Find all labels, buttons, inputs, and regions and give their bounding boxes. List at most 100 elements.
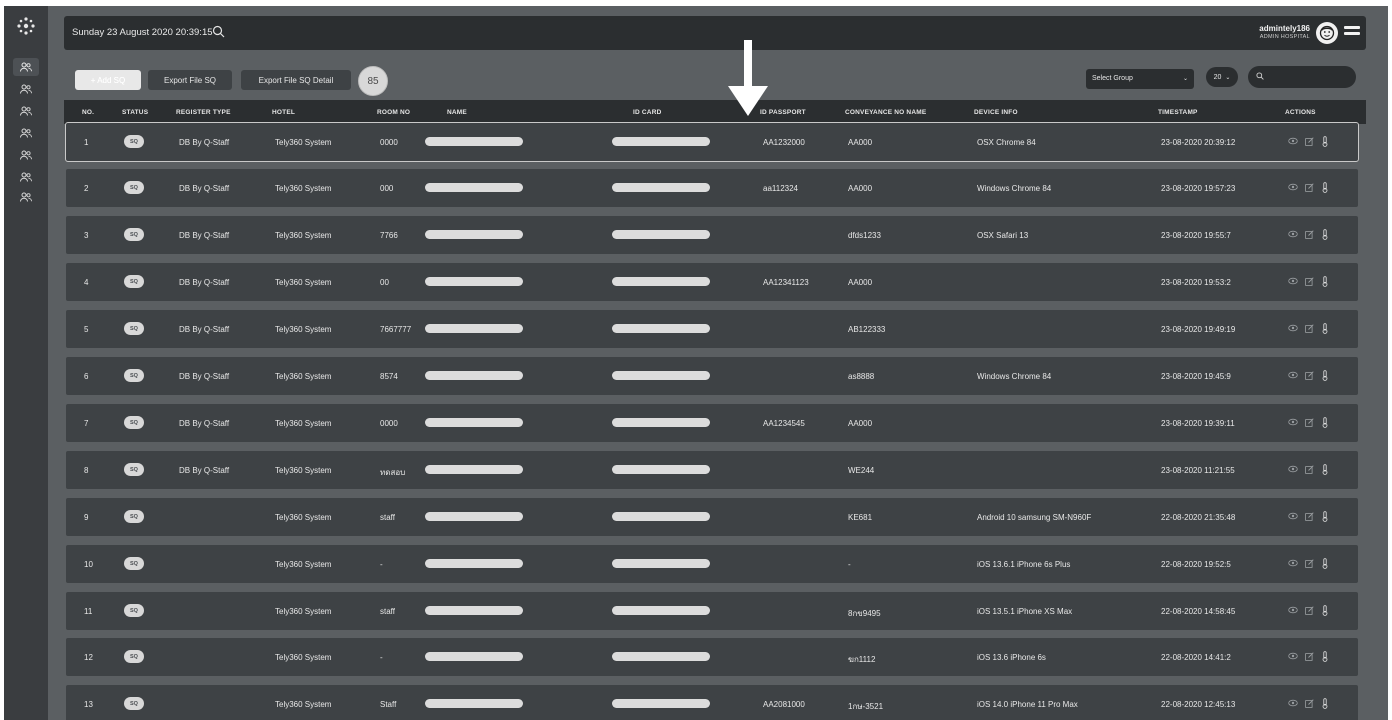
timestamp: 23-08-2020 19:49:19 bbox=[1161, 325, 1236, 334]
user-role: ADMIN HOSPITAL bbox=[1259, 34, 1310, 40]
row-number: 6 bbox=[84, 372, 89, 381]
table-row[interactable]: 1 DB By Q-Staff Tely360 System 0000 AA123200… bbox=[65, 122, 1359, 162]
temperature-icon[interactable] bbox=[1320, 557, 1330, 569]
col-status[interactable]: STATUS bbox=[122, 109, 148, 116]
view-icon[interactable] bbox=[1288, 322, 1298, 334]
timestamp: 23-08-2020 19:53:2 bbox=[1161, 278, 1231, 287]
view-icon[interactable] bbox=[1288, 557, 1298, 569]
col-hotel[interactable]: HOTEL bbox=[272, 109, 295, 116]
sidebar-item-users-4[interactable] bbox=[13, 124, 39, 142]
id-passport: AA2081000 bbox=[763, 700, 805, 709]
status-badge: SQ bbox=[124, 135, 144, 148]
view-icon[interactable] bbox=[1288, 463, 1298, 475]
table-row[interactable]: 5 DB By Q-Staff Tely360 System 7667777 AB122… bbox=[66, 310, 1358, 348]
view-icon[interactable] bbox=[1288, 697, 1298, 709]
col-actions[interactable]: ACTIONS bbox=[1285, 109, 1316, 116]
sidebar-item-users-2[interactable] bbox=[13, 80, 39, 98]
table-row[interactable]: 2 DB By Q-Staff Tely360 System 000 aa112324 A… bbox=[66, 169, 1358, 207]
col-conveyance[interactable]: CONVEYANCE NO NAME bbox=[845, 109, 926, 116]
hamburger-menu-icon[interactable] bbox=[1344, 26, 1360, 40]
export-detail-button[interactable]: Export File SQ Detail bbox=[241, 70, 351, 90]
top-bar: Sunday 23 August 2020 20:39:15 admintely… bbox=[64, 16, 1366, 50]
avatar[interactable] bbox=[1316, 22, 1338, 44]
edit-icon[interactable] bbox=[1304, 369, 1314, 381]
sidebar-item-users-1[interactable] bbox=[13, 58, 39, 76]
table-row[interactable]: 7 DB By Q-Staff Tely360 System 0000 AA123454… bbox=[66, 404, 1358, 442]
view-icon[interactable] bbox=[1288, 604, 1298, 616]
temperature-icon[interactable] bbox=[1320, 181, 1330, 193]
col-room-no[interactable]: ROOM NO bbox=[377, 109, 410, 116]
temperature-icon[interactable] bbox=[1320, 463, 1330, 475]
temperature-icon[interactable] bbox=[1320, 275, 1330, 287]
add-sq-button[interactable]: + Add SQ bbox=[75, 70, 141, 90]
sidebar-item-users-5[interactable] bbox=[13, 146, 39, 164]
edit-icon[interactable] bbox=[1304, 322, 1314, 334]
sidebar-item-users-3[interactable] bbox=[13, 102, 39, 120]
edit-icon[interactable] bbox=[1304, 135, 1314, 147]
col-no[interactable]: NO. bbox=[82, 109, 94, 116]
temperature-icon[interactable] bbox=[1320, 322, 1330, 334]
col-device-info[interactable]: DEVICE INFO bbox=[974, 109, 1018, 116]
edit-icon[interactable] bbox=[1304, 463, 1314, 475]
col-timestamp[interactable]: TIMESTAMP bbox=[1158, 109, 1198, 116]
group-select-label: Select Group bbox=[1092, 75, 1133, 82]
temperature-icon[interactable] bbox=[1320, 135, 1330, 147]
table-row[interactable]: 9 Tely360 System staff KE681 Android 10 sams… bbox=[66, 498, 1358, 536]
temperature-icon[interactable] bbox=[1320, 228, 1330, 240]
temperature-icon[interactable] bbox=[1320, 604, 1330, 616]
search-input[interactable] bbox=[1266, 69, 1354, 87]
avatar-face-icon bbox=[1319, 25, 1335, 41]
col-name[interactable]: NAME bbox=[447, 109, 467, 116]
row-actions bbox=[1288, 557, 1330, 569]
col-id-card[interactable]: ID CARD bbox=[633, 109, 661, 116]
export-file-button[interactable]: Export File SQ bbox=[148, 70, 232, 90]
temperature-icon[interactable] bbox=[1320, 416, 1330, 428]
temperature-icon[interactable] bbox=[1320, 697, 1330, 709]
hotel-name: Tely360 System bbox=[275, 419, 332, 428]
table-row[interactable]: 6 DB By Q-Staff Tely360 System 8574 as8888 Wi… bbox=[66, 357, 1358, 395]
edit-icon[interactable] bbox=[1304, 557, 1314, 569]
temperature-icon[interactable] bbox=[1320, 650, 1330, 662]
row-number: 1 bbox=[84, 138, 89, 147]
view-icon[interactable] bbox=[1288, 416, 1298, 428]
edit-icon[interactable] bbox=[1304, 697, 1314, 709]
temperature-icon[interactable] bbox=[1320, 510, 1330, 522]
table-row[interactable]: 11 Tely360 System staff 8กข9495 iOS 13.5.1 i… bbox=[66, 592, 1358, 630]
register-type: DB By Q-Staff bbox=[179, 184, 230, 193]
search-box[interactable] bbox=[1248, 66, 1356, 88]
timestamp: 23-08-2020 19:55:7 bbox=[1161, 231, 1231, 240]
edit-icon[interactable] bbox=[1304, 181, 1314, 193]
view-icon[interactable] bbox=[1288, 369, 1298, 381]
sidebar-item-users-6[interactable] bbox=[13, 168, 39, 186]
view-icon[interactable] bbox=[1288, 228, 1298, 240]
view-icon[interactable] bbox=[1288, 135, 1298, 147]
status-badge: SQ bbox=[124, 181, 144, 194]
sidebar-item-users-7[interactable] bbox=[13, 188, 39, 206]
edit-icon[interactable] bbox=[1304, 510, 1314, 522]
table-row[interactable]: 4 DB By Q-Staff Tely360 System 00 AA12341123… bbox=[66, 263, 1358, 301]
view-icon[interactable] bbox=[1288, 510, 1298, 522]
edit-icon[interactable] bbox=[1304, 604, 1314, 616]
row-number: 4 bbox=[84, 278, 89, 287]
edit-icon[interactable] bbox=[1304, 650, 1314, 662]
temperature-icon[interactable] bbox=[1320, 369, 1330, 381]
row-number: 5 bbox=[84, 325, 89, 334]
row-actions bbox=[1288, 604, 1330, 616]
table-row[interactable]: 8 DB By Q-Staff Tely360 System ทดสอบ WE244 23… bbox=[66, 451, 1358, 489]
col-register-type[interactable]: REGISTER TYPE bbox=[176, 109, 231, 116]
edit-icon[interactable] bbox=[1304, 228, 1314, 240]
edit-icon[interactable] bbox=[1304, 275, 1314, 287]
current-datetime: Sunday 23 August 2020 20:39:15 bbox=[72, 27, 213, 38]
table-row[interactable]: 12 Tely360 System - ฆก1112 iOS 13.6 iPhone 6… bbox=[66, 638, 1358, 676]
view-icon[interactable] bbox=[1288, 181, 1298, 193]
table-row[interactable]: 10 Tely360 System - - iOS 13.6.1 iPhone 6s P… bbox=[66, 545, 1358, 583]
view-icon[interactable] bbox=[1288, 650, 1298, 662]
arrow-down-icon bbox=[728, 40, 768, 116]
table-row[interactable]: 13 Tely360 System Staff AA2081000 1กษ-3521 iO… bbox=[66, 685, 1358, 720]
view-icon[interactable] bbox=[1288, 275, 1298, 287]
page-size-select[interactable]: 20 ⌄ bbox=[1206, 67, 1238, 87]
group-select[interactable]: Select Group ⌄ bbox=[1086, 69, 1194, 89]
search-icon[interactable] bbox=[212, 25, 225, 38]
table-row[interactable]: 3 DB By Q-Staff Tely360 System 7766 dfds1233… bbox=[66, 216, 1358, 254]
edit-icon[interactable] bbox=[1304, 416, 1314, 428]
